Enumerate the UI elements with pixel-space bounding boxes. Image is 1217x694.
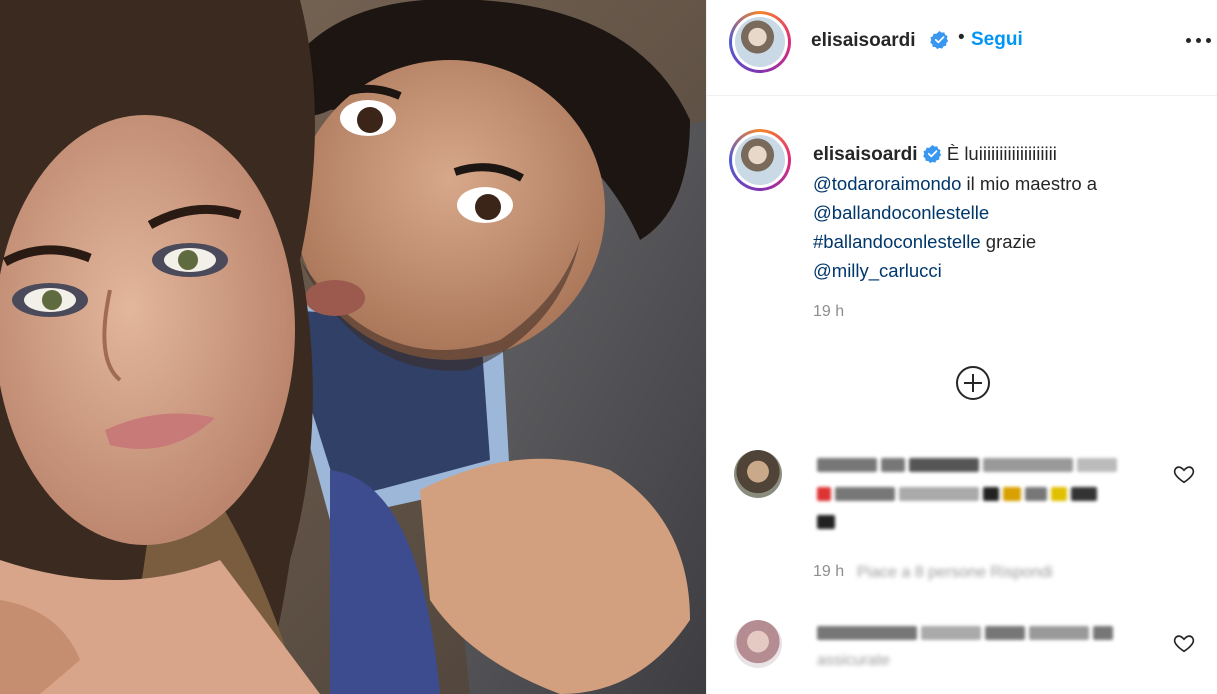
comment-text-blurred (817, 626, 1113, 642)
comment-text-blurred (817, 515, 835, 531)
post-photo (0, 0, 706, 694)
heart-icon[interactable] (1173, 632, 1195, 654)
mention-milly-carlucci[interactable]: @milly_carlucci (813, 260, 942, 281)
hashtag-ballandoconlestelle[interactable]: #ballandoconlestelle (813, 231, 981, 252)
post-photo-illustration (0, 0, 706, 694)
verified-badge-icon (930, 30, 949, 49)
post-details-panel: elisaisoardi • Segui elisaisoardi È luii… (706, 0, 1217, 694)
more-options-icon[interactable] (1186, 30, 1212, 50)
caption-text: È luiiiiiiiiiiiiiiiiiii (946, 143, 1057, 164)
post-timestamp[interactable]: 19 h (813, 303, 844, 321)
mention-ballandoconlestelle[interactable]: @ballandoconlestelle (813, 202, 989, 223)
caption-text: il mio maestro a (961, 173, 1098, 194)
comment-text-blurred: assicurate (817, 652, 890, 669)
commenter-avatar[interactable] (734, 620, 782, 668)
caption-text: grazie (980, 231, 1037, 252)
post-header: elisaisoardi • Segui (707, 0, 1217, 96)
comment-text-blurred (817, 487, 1097, 503)
author-avatar[interactable] (729, 11, 791, 73)
comment-text-blurred (817, 458, 1117, 474)
caption-avatar[interactable] (729, 129, 791, 191)
heart-icon[interactable] (1173, 463, 1195, 485)
comment-timestamp[interactable]: 19 h (813, 563, 844, 581)
author-username[interactable]: elisaisoardi (811, 30, 916, 52)
header-separator: • (958, 27, 965, 48)
mention-todaroraimondo[interactable]: @todaroraimondo (813, 173, 961, 194)
comment-meta-blurred[interactable]: Piace a 8 persone Rispondi (857, 564, 1053, 582)
plus-circle-icon[interactable] (955, 365, 991, 401)
post-caption: elisaisoardi È luiiiiiiiiiiiiiiiiiii @to… (813, 139, 1203, 285)
verified-badge-icon (922, 144, 941, 163)
commenter-avatar[interactable] (734, 450, 782, 498)
caption-username[interactable]: elisaisoardi (813, 144, 918, 165)
follow-button[interactable]: Segui (971, 29, 1023, 51)
